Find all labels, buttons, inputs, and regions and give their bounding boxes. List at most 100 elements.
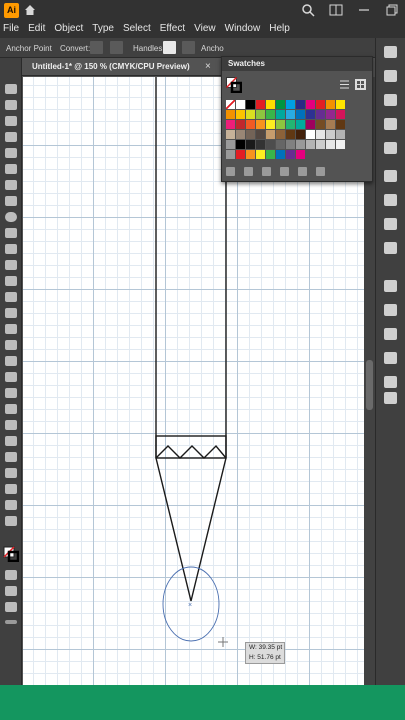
properties-icon[interactable] — [384, 70, 397, 82]
swatch[interactable] — [306, 130, 315, 139]
search-icon[interactable] — [301, 3, 315, 17]
comments-panel-icon[interactable] — [384, 352, 397, 364]
swatch[interactable] — [326, 140, 335, 149]
swatch[interactable] — [276, 110, 285, 119]
layers-panel-icon[interactable] — [384, 280, 397, 292]
convert-corner-button[interactable] — [90, 41, 103, 54]
swatch[interactable] — [246, 110, 255, 119]
libraries-menu-icon[interactable] — [226, 167, 235, 176]
menu-help[interactable]: Help — [269, 22, 290, 38]
new-color-group-icon[interactable] — [280, 167, 289, 176]
swatch[interactable] — [236, 110, 245, 119]
arrange-documents-icon[interactable] — [329, 3, 343, 17]
swatch[interactable] — [336, 140, 345, 149]
color-mode-icon[interactable] — [5, 570, 17, 580]
swatch[interactable] — [276, 130, 285, 139]
swatches-panel-icon[interactable] — [384, 118, 397, 130]
column-graph-tool-icon[interactable] — [5, 452, 17, 462]
swatch[interactable] — [286, 140, 295, 149]
zoom-tool-icon[interactable] — [5, 516, 17, 526]
fill-stroke-swatch-icon[interactable] — [226, 77, 242, 93]
asset-export-panel-icon[interactable] — [384, 328, 397, 340]
color-group-folder-icon[interactable] — [226, 150, 235, 159]
swatch[interactable] — [326, 100, 335, 109]
swatch[interactable] — [326, 130, 335, 139]
home-icon[interactable] — [23, 3, 37, 17]
swatch[interactable] — [236, 100, 245, 109]
swatch-options-icon[interactable] — [262, 167, 271, 176]
swatch[interactable] — [296, 100, 305, 109]
mesh-tool-icon[interactable] — [5, 372, 17, 382]
type-tool-icon[interactable] — [5, 180, 17, 190]
swatch[interactable] — [246, 130, 255, 139]
swatch[interactable] — [226, 120, 235, 129]
swatch[interactable] — [236, 140, 245, 149]
collapse-dock-icon[interactable] — [384, 46, 397, 58]
swatch[interactable] — [316, 110, 325, 119]
swatch[interactable] — [286, 150, 295, 159]
swatch[interactable] — [266, 100, 275, 109]
swatch[interactable] — [316, 140, 325, 149]
show-handles-button[interactable] — [163, 41, 176, 54]
swatch[interactable] — [236, 130, 245, 139]
swatch[interactable] — [296, 110, 305, 119]
none-swatch[interactable] — [226, 100, 235, 109]
swatch[interactable] — [296, 150, 305, 159]
menu-type[interactable]: Type — [92, 22, 114, 38]
blend-tool-icon[interactable] — [5, 420, 17, 430]
list-view-icon[interactable] — [339, 79, 350, 90]
transparency-panel-icon[interactable] — [384, 194, 397, 206]
draw-mode-icon[interactable] — [5, 586, 17, 596]
swatch[interactable] — [236, 120, 245, 129]
swatch[interactable] — [336, 130, 345, 139]
magic-wand-tool-icon[interactable] — [5, 116, 17, 126]
scrollbar-thumb[interactable] — [366, 360, 373, 410]
swatch[interactable] — [276, 100, 285, 109]
swatch[interactable] — [286, 130, 295, 139]
menu-view[interactable]: View — [194, 22, 216, 38]
direct-selection-tool-icon[interactable] — [5, 100, 17, 110]
swatch[interactable] — [266, 110, 275, 119]
hand-tool-icon[interactable] — [5, 500, 17, 510]
swatch[interactable] — [316, 100, 325, 109]
menu-select[interactable]: Select — [123, 22, 151, 38]
swatch[interactable] — [246, 150, 255, 159]
artboards-panel-icon[interactable] — [384, 304, 397, 316]
color-panel-icon[interactable] — [384, 94, 397, 106]
fill-stroke-icon[interactable] — [3, 546, 19, 562]
swatch[interactable] — [306, 110, 315, 119]
swatch[interactable] — [236, 150, 245, 159]
swatch[interactable] — [326, 120, 335, 129]
line-tool-icon[interactable] — [5, 196, 17, 206]
swatch[interactable] — [336, 100, 345, 109]
swatch[interactable] — [266, 140, 275, 149]
scale-tool-icon[interactable] — [5, 292, 17, 302]
restore-icon[interactable] — [385, 3, 399, 17]
width-tool-icon[interactable] — [5, 308, 17, 318]
symbol-sprayer-tool-icon[interactable] — [5, 436, 17, 446]
lasso-tool-icon[interactable] — [5, 132, 17, 142]
swatch[interactable] — [246, 120, 255, 129]
more-tools-icon[interactable] — [5, 620, 17, 624]
swatch[interactable] — [276, 150, 285, 159]
swatch[interactable] — [316, 120, 325, 129]
selection-tool-icon[interactable] — [5, 84, 17, 94]
document-tab[interactable]: Untitled-1* @ 150 % (CMYK/CPU Preview) × — [22, 58, 222, 76]
shape-builder-tool-icon[interactable] — [5, 340, 17, 350]
swatch[interactable] — [306, 120, 315, 129]
swatch[interactable] — [246, 100, 255, 109]
eraser-tool-icon[interactable] — [5, 260, 17, 270]
curvature-tool-icon[interactable] — [5, 164, 17, 174]
swatch[interactable] — [246, 140, 255, 149]
swatch[interactable] — [256, 130, 265, 139]
graphic-styles-panel-icon[interactable] — [384, 242, 397, 254]
swatch[interactable] — [266, 150, 275, 159]
ellipse-tool-icon[interactable] — [5, 212, 17, 222]
minimize-icon[interactable] — [357, 3, 371, 17]
eyedropper-tool-icon[interactable] — [5, 404, 17, 414]
swatch[interactable] — [266, 120, 275, 129]
perspective-grid-tool-icon[interactable] — [5, 356, 17, 366]
delete-swatch-icon[interactable] — [316, 167, 325, 176]
rotate-tool-icon[interactable] — [5, 276, 17, 286]
swatch[interactable] — [256, 150, 265, 159]
